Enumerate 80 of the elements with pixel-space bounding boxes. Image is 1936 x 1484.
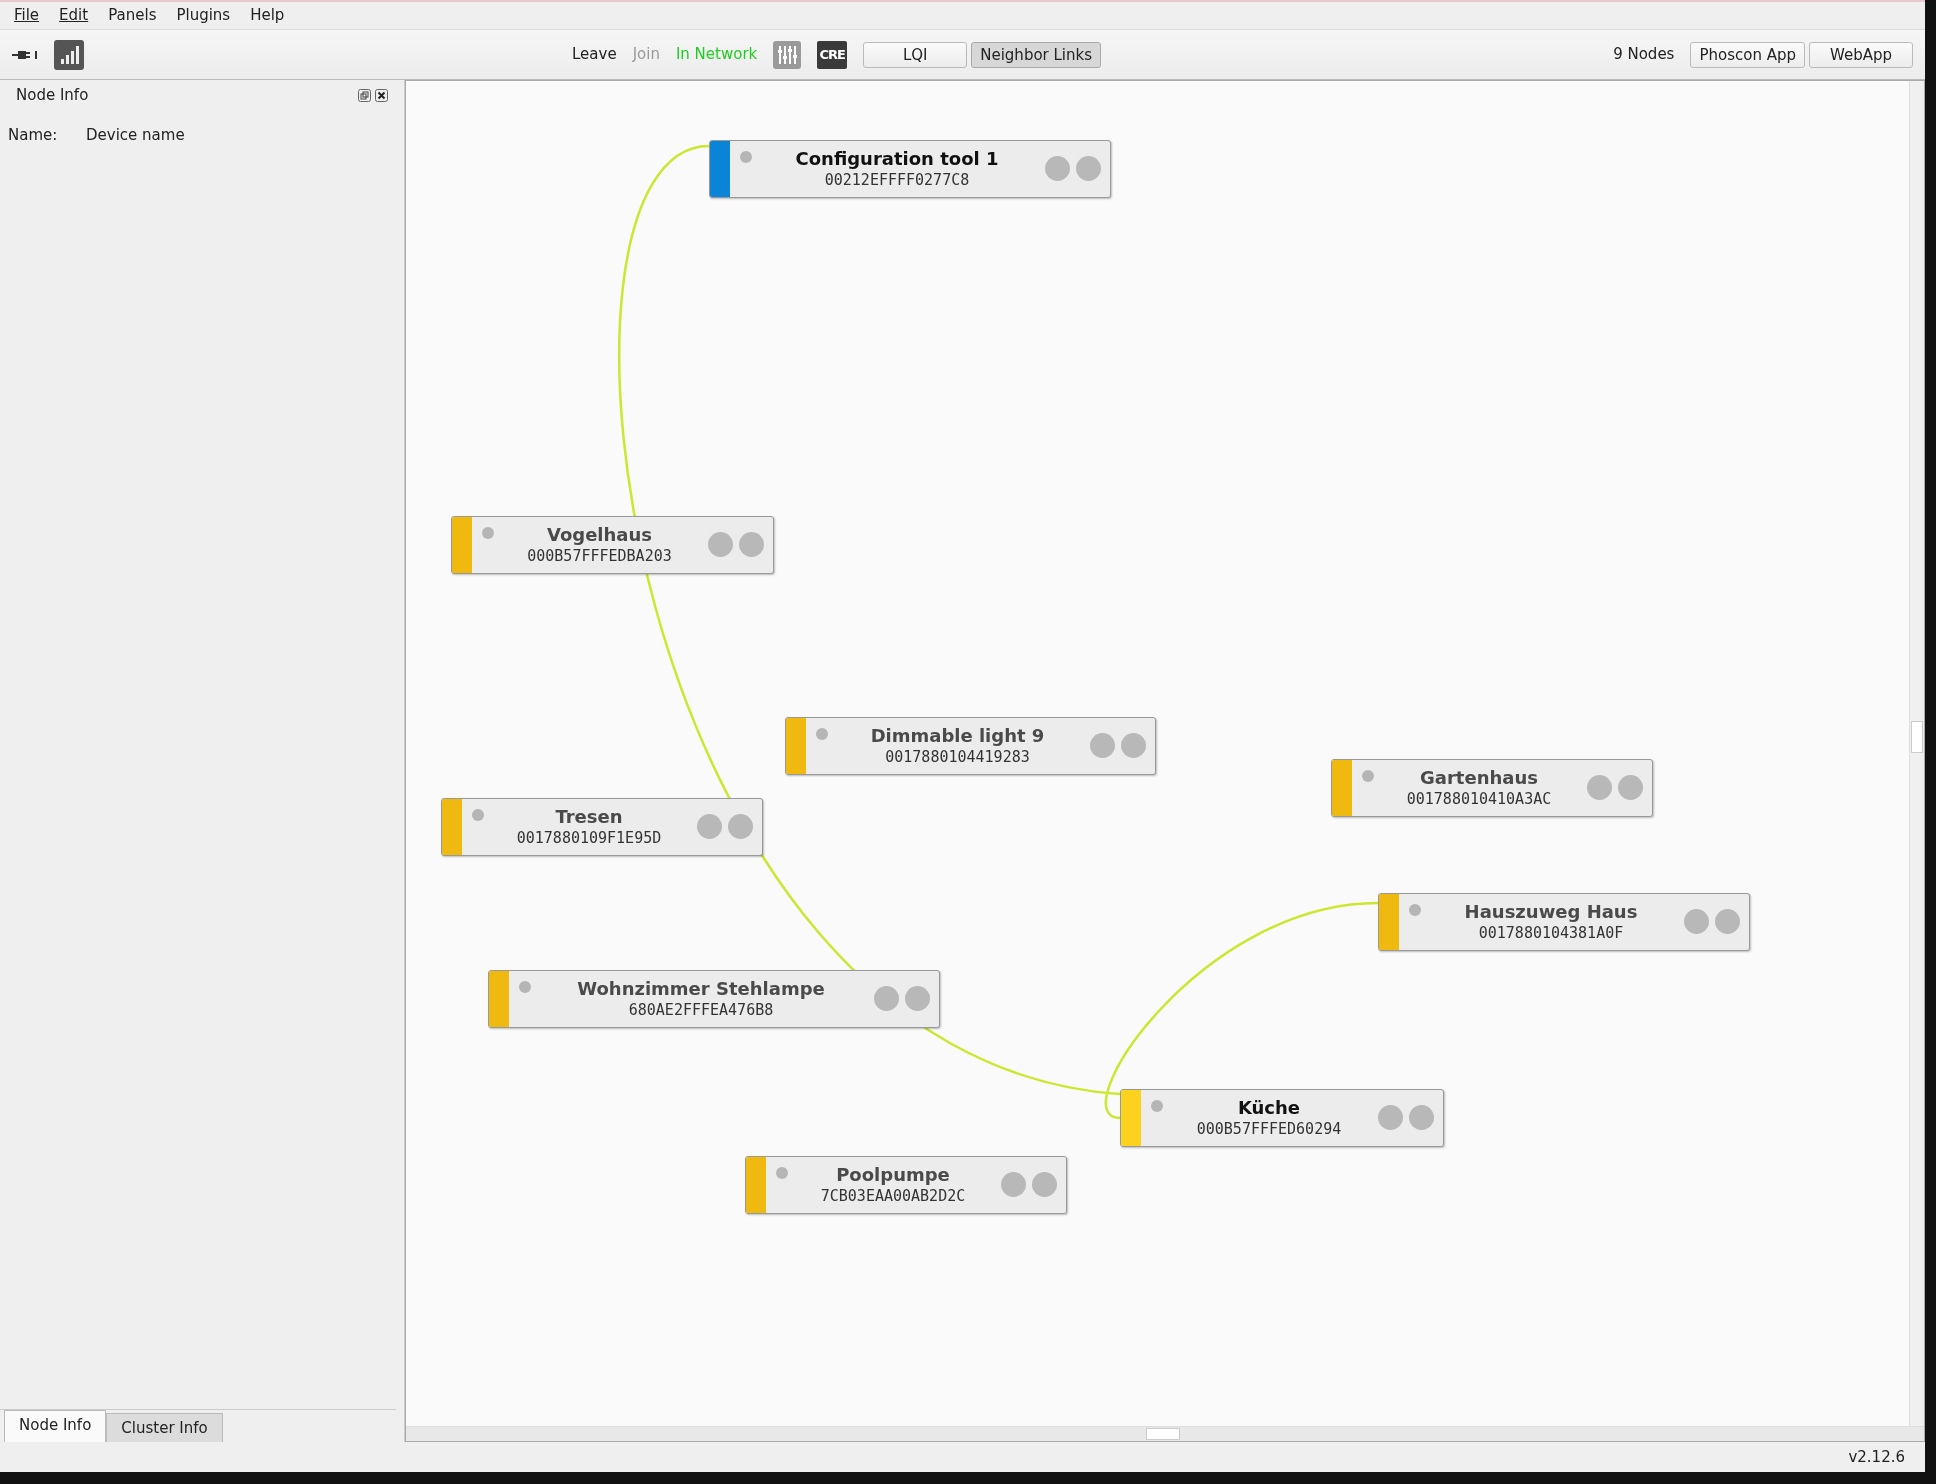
node-address: 000B57FFFEDBA203 — [527, 546, 672, 566]
node-name: Wohnzimmer Stehlampe — [577, 978, 825, 1000]
version-label: v2.12.6 — [1848, 1446, 1905, 1468]
port-circle[interactable] — [1587, 775, 1612, 800]
port-circle[interactable] — [1618, 775, 1643, 800]
menu-item[interactable]: Plugins — [168, 2, 239, 29]
vertical-scrollbar[interactable] — [1909, 81, 1924, 1426]
node-card[interactable]: Tresen 0017880109F1E95D — [441, 798, 763, 856]
float-icon[interactable] — [358, 88, 371, 102]
panel-tab[interactable]: Cluster Info — [106, 1412, 223, 1442]
plug-icon[interactable] — [12, 48, 38, 61]
status-dot — [472, 809, 484, 821]
node-name: Dimmable light 9 — [870, 725, 1045, 747]
horizontal-scrollbar[interactable] — [406, 1426, 1924, 1441]
port-circle[interactable] — [739, 532, 764, 557]
port-circle[interactable] — [1090, 733, 1115, 758]
node-address: 0017880104381A0F — [1478, 923, 1624, 943]
node-address: 0017880104419283 — [885, 747, 1030, 767]
view-toggle-button[interactable]: Neighbor Links — [971, 41, 1102, 68]
status-dot — [1409, 904, 1421, 916]
node-address: 001788010410A3AC — [1406, 789, 1552, 809]
node-address: 680AE2FFFEA476B8 — [628, 1000, 774, 1020]
node-card[interactable]: Wohnzimmer Stehlampe 680AE2FFFEA476B8 — [488, 970, 940, 1028]
node-name: Gartenhaus — [1420, 767, 1538, 789]
port-circle[interactable] — [1409, 1105, 1434, 1130]
node-card[interactable]: Küche 000B57FFFED60294 — [1120, 1089, 1444, 1147]
node-name: Küche — [1237, 1097, 1301, 1119]
port-circle[interactable] — [1378, 1105, 1403, 1130]
node-address: 00212EFFFF0277C8 — [824, 170, 970, 190]
status-dot — [482, 527, 494, 539]
node-card[interactable]: Configuration tool 1 00212EFFFF0277C8 — [709, 140, 1111, 198]
node-card[interactable]: Vogelhaus 000B57FFFEDBA203 — [451, 516, 774, 574]
node-name: Poolpumpe — [836, 1164, 950, 1186]
panel-tab[interactable]: Node Info — [4, 1409, 107, 1442]
app-button[interactable]: Phoscon App — [1690, 41, 1805, 68]
signal-icon[interactable] — [54, 39, 84, 70]
menu-item[interactable]: Edit — [51, 2, 97, 29]
node-name: Configuration tool 1 — [795, 148, 999, 170]
close-icon[interactable] — [375, 88, 388, 102]
status-dot — [1362, 770, 1374, 782]
menu-item[interactable]: Panels — [100, 2, 165, 29]
node-card[interactable]: Gartenhaus 001788010410A3AC — [1331, 759, 1653, 817]
status-dot — [1151, 1100, 1163, 1112]
node-count: 9 Nodes — [1613, 44, 1675, 66]
port-circle[interactable] — [1001, 1172, 1026, 1197]
port-circle[interactable] — [708, 532, 733, 557]
port-circle[interactable] — [874, 986, 899, 1011]
node-card[interactable]: Hauszuweg Haus 0017880104381A0F — [1378, 893, 1750, 951]
port-circle[interactable] — [1032, 1172, 1057, 1197]
view-toggle-button[interactable]: LQI — [863, 41, 968, 68]
cre-icon[interactable]: CRE — [817, 40, 848, 69]
panel-title: Node Info — [16, 84, 89, 106]
status-dot — [776, 1167, 788, 1179]
port-circle[interactable] — [1715, 909, 1740, 934]
menu-item[interactable]: Help — [242, 2, 293, 29]
node-card[interactable]: Dimmable light 9 0017880104419283 — [785, 717, 1156, 775]
port-circle[interactable] — [697, 814, 722, 839]
node-name: Hauszuweg Haus — [1464, 901, 1638, 923]
node-address: 000B57FFFED60294 — [1196, 1119, 1342, 1139]
status-dot — [519, 981, 531, 993]
node-name: Tresen — [555, 806, 623, 828]
port-circle[interactable] — [1076, 156, 1101, 181]
app-button[interactable]: WebApp — [1809, 41, 1913, 68]
network-action[interactable]: Leave — [572, 43, 617, 66]
field-value: Device name — [86, 125, 185, 146]
menu-item[interactable]: File — [6, 2, 48, 29]
port-circle[interactable] — [1045, 156, 1070, 181]
sliders-icon[interactable] — [773, 40, 802, 69]
node-card[interactable]: Poolpumpe 7CB03EAA00AB2D2C — [745, 1156, 1067, 1214]
network-status: In Network — [675, 44, 758, 66]
field-label: Name: — [8, 125, 59, 146]
port-circle[interactable] — [1121, 733, 1146, 758]
node-name: Vogelhaus — [546, 524, 653, 546]
port-circle[interactable] — [905, 986, 930, 1011]
status-dot — [740, 151, 752, 163]
port-circle[interactable] — [1684, 909, 1709, 934]
status-dot — [816, 728, 828, 740]
node-address: 7CB03EAA00AB2D2C — [820, 1186, 966, 1206]
node-address: 0017880109F1E95D — [516, 828, 662, 848]
port-circle[interactable] — [728, 814, 753, 839]
